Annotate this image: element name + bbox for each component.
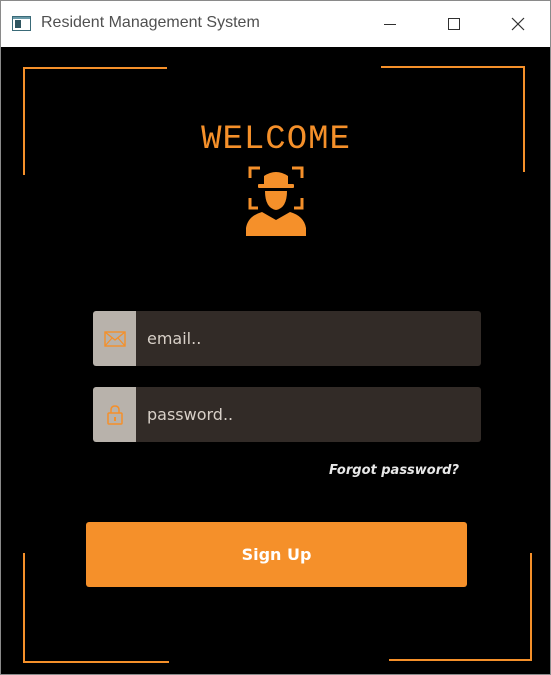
lock-icon (106, 404, 123, 425)
minimize-button[interactable] (367, 1, 413, 47)
window-title: Resident Management System (41, 14, 260, 31)
app-icon (12, 16, 31, 31)
title-bar[interactable]: Resident Management System (1, 1, 550, 47)
envelope-icon (103, 330, 126, 347)
corner-bracket-top-left (23, 67, 167, 175)
welcome-heading: WELCOME (201, 121, 351, 159)
password-input[interactable] (136, 387, 481, 442)
email-field (93, 311, 481, 366)
sign-up-button[interactable]: Sign Up (86, 522, 467, 587)
password-icon-box (93, 387, 136, 442)
minimize-icon (384, 23, 396, 25)
password-field (93, 387, 481, 442)
close-icon (511, 17, 525, 31)
maximize-icon (448, 18, 460, 30)
face-recognition-icon (246, 166, 306, 236)
forgot-password-link[interactable]: Forgot password? (319, 463, 459, 478)
email-icon-box (93, 311, 136, 366)
corner-bracket-top-right (381, 66, 525, 172)
maximize-button[interactable] (431, 1, 477, 47)
close-button[interactable] (495, 1, 541, 47)
email-input[interactable] (136, 311, 481, 366)
app-window: Resident Management System WELCOME email… (0, 0, 551, 675)
